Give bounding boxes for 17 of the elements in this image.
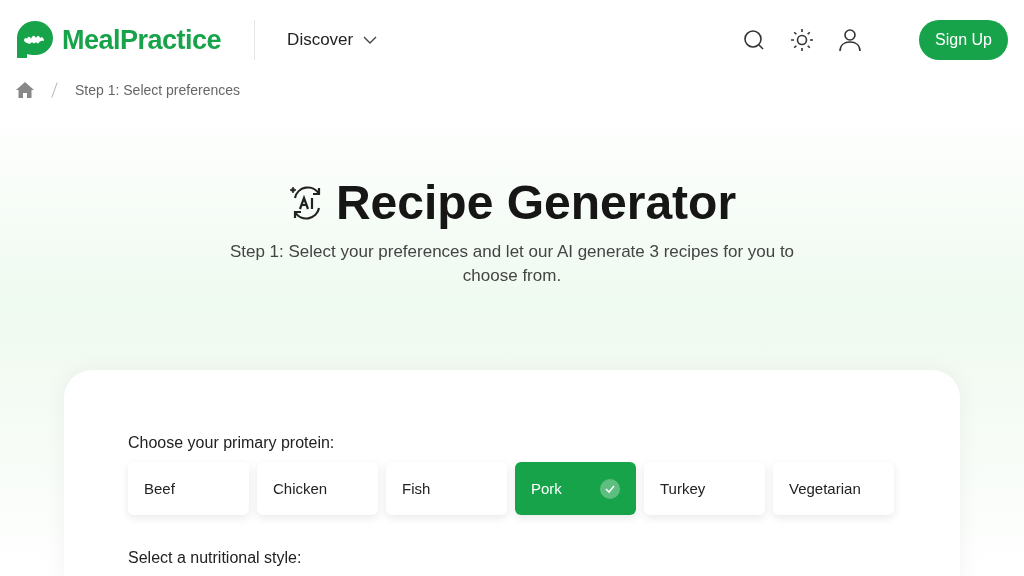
sun-icon[interactable] (790, 28, 815, 52)
chevron-down-icon (363, 36, 378, 44)
logo-icon (16, 20, 54, 60)
page-subtitle: Step 1: Select your preferences and let our AI generate 3 recipes for you to choose from. (228, 241, 796, 287)
protein-option[interactable]: Turkey (644, 462, 765, 515)
protein-option[interactable]: Chicken (257, 462, 378, 515)
page-title: Recipe Generator (335, 175, 737, 231)
home-icon[interactable] (16, 82, 34, 98)
section-label: Select a nutritional style: (128, 549, 303, 567)
section-label: Choose your primary protein: (128, 434, 336, 452)
protein-option[interactable]: Fish (386, 462, 507, 515)
nav-menu[interactable]: Discover (287, 30, 378, 50)
breadcrumb-current: Step 1: Select preferences (75, 82, 240, 98)
check-icon (600, 478, 620, 499)
protein-option[interactable]: Vegetarian (773, 462, 894, 515)
protein-option[interactable]: Beef (128, 462, 249, 515)
user-icon[interactable] (838, 28, 863, 52)
